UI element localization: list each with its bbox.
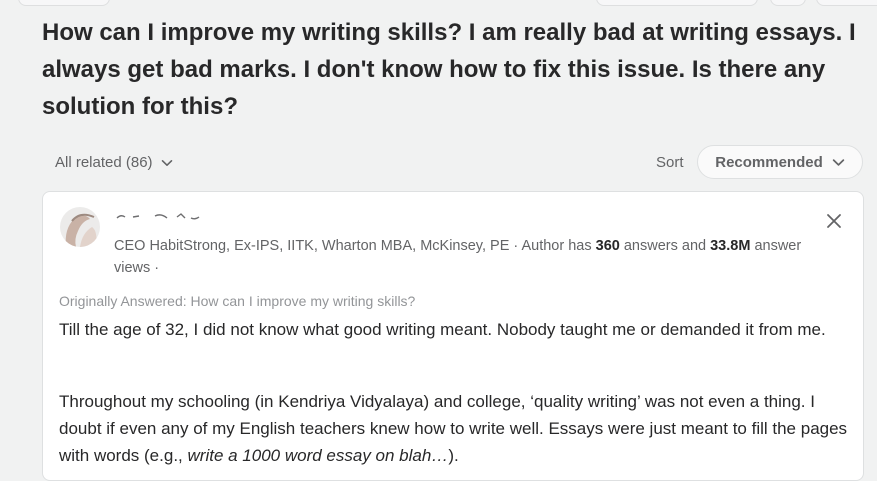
views-count: 33.8M [710, 238, 751, 254]
sort-label: Sort [656, 154, 684, 171]
all-related-filter[interactable]: All related (86) [55, 153, 173, 173]
chevron-down-icon [832, 158, 845, 166]
paragraph-italic: write a 1000 word essay on blah… [187, 446, 449, 465]
credentials-prefix[interactable]: CEO HabitStrong, Ex-IPS, IITK, Wharton M… [114, 238, 596, 254]
related-chip[interactable] [596, 0, 758, 6]
avatar-image [60, 207, 100, 247]
paragraph-end: ). [448, 446, 459, 465]
related-chip[interactable] [18, 0, 110, 6]
answer-paragraph: Till the age of 32, I did not know what … [59, 320, 826, 339]
answers-count: 360 [595, 238, 620, 254]
author-name[interactable] [115, 206, 235, 224]
related-chip[interactable] [770, 0, 806, 6]
avatar[interactable] [60, 207, 100, 247]
all-related-label: All related (86) [55, 154, 153, 171]
answer-card: CEO HabitStrong, Ex-IPS, IITK, Wharton M… [42, 191, 864, 481]
credentials-mid: answers and [619, 238, 711, 254]
author-credentials: CEO HabitStrong, Ex-IPS, IITK, Wharton M… [114, 235, 834, 279]
close-icon [827, 214, 841, 228]
sort-dropdown[interactable]: Recommended [697, 145, 863, 179]
related-chip[interactable] [816, 0, 877, 6]
question-title[interactable]: How can I improve my writing skills? I a… [42, 14, 862, 125]
originally-answered-link[interactable]: Originally Answered: How can I improve m… [59, 291, 415, 311]
answer-paragraph: Throughout my schooling (in Kendriya Vid… [59, 388, 859, 469]
sort-selected-value: Recommended [715, 153, 823, 171]
chevron-down-icon [161, 160, 172, 166]
close-button[interactable] [824, 211, 844, 231]
author-name-redacted [116, 213, 200, 220]
top-strip [0, 0, 877, 6]
